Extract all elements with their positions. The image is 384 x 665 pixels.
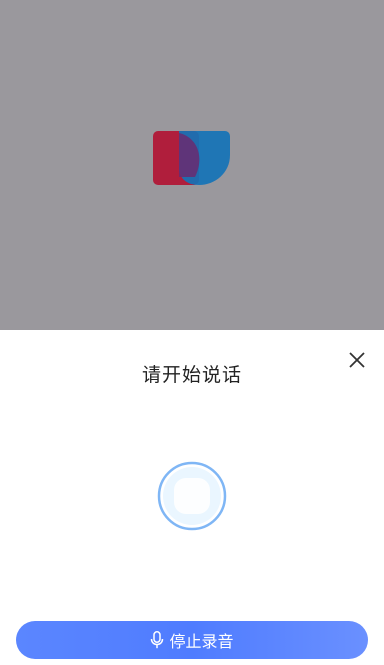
- voice-input-panel: 请开始说话 停止录音: [0, 330, 384, 665]
- microphone-icon: [151, 631, 164, 649]
- close-icon: [349, 352, 365, 368]
- voice-prompt-title: 请开始说话: [141, 364, 242, 386]
- stop-recording-button[interactable]: 停止录音: [16, 621, 368, 659]
- voice-circle-icon: [157, 461, 227, 531]
- dim-overlay[interactable]: [0, 0, 384, 330]
- stop-recording-label: 停止录音: [169, 632, 234, 651]
- unionpay-logo-icon: [153, 131, 230, 185]
- close-button[interactable]: [345, 348, 369, 372]
